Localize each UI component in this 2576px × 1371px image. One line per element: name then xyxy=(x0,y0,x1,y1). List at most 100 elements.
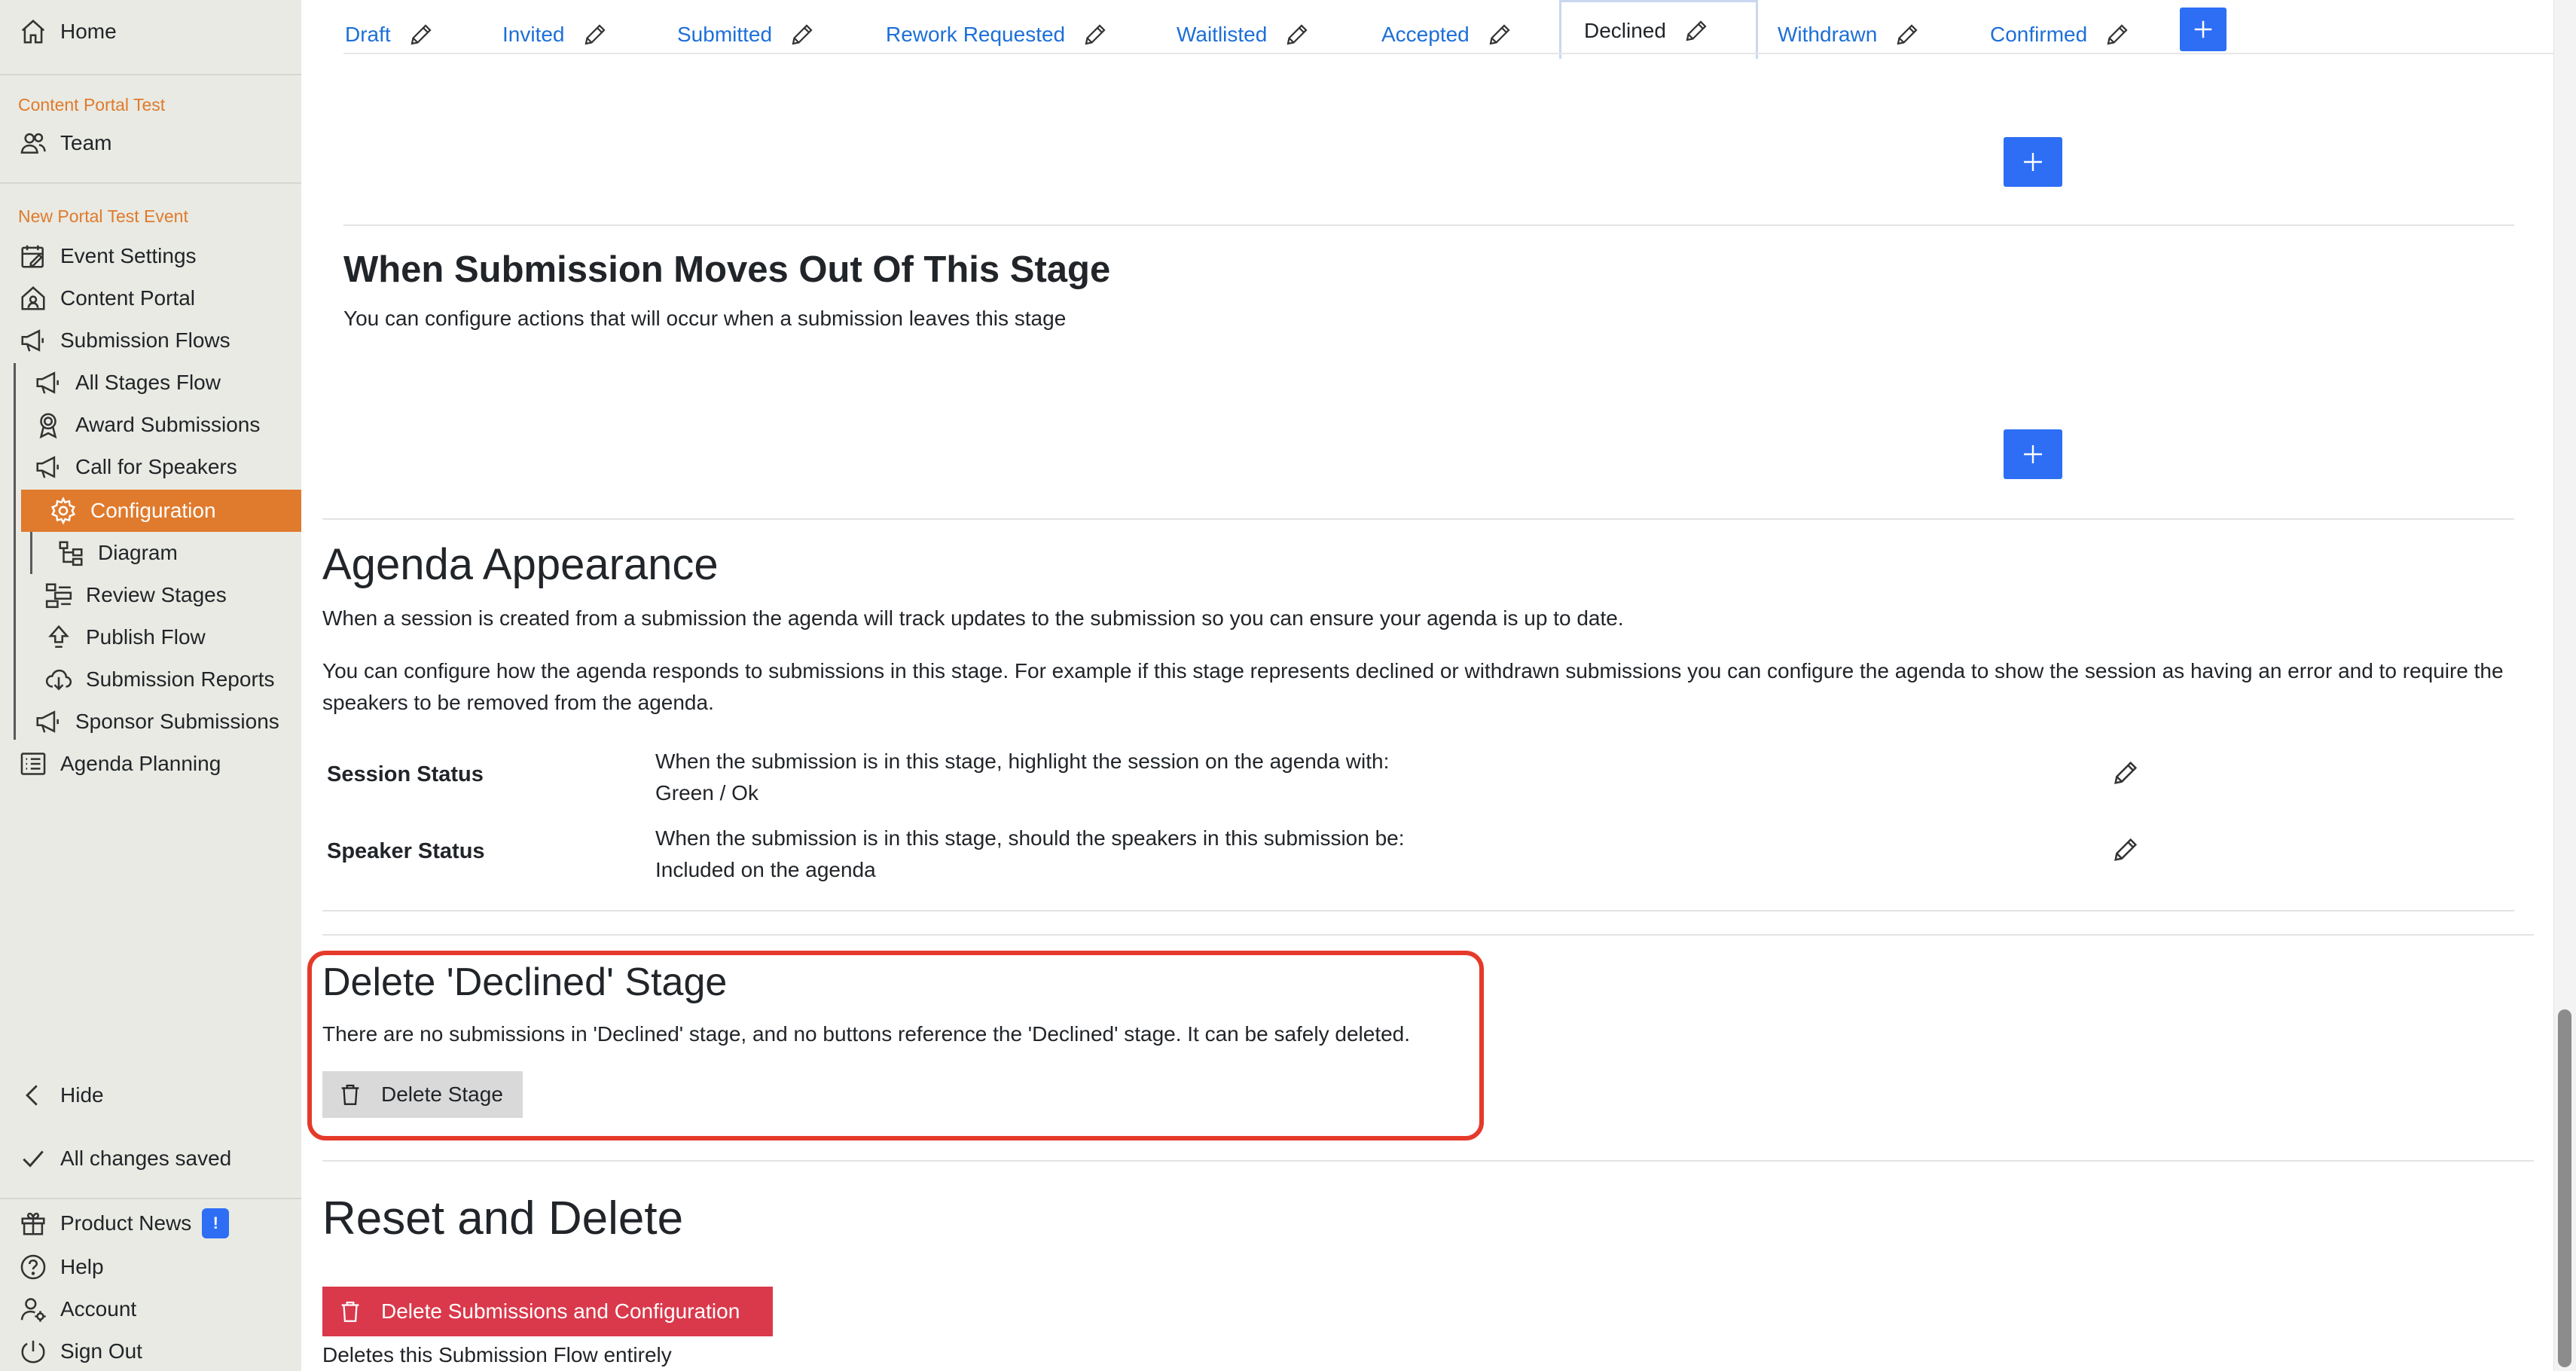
section-divider xyxy=(343,224,2514,226)
sidebar-item-event-settings[interactable]: Event Settings xyxy=(17,241,197,271)
tab-label: Declined xyxy=(1584,18,1666,42)
sidebar-item-submission-flows[interactable]: Submission Flows xyxy=(17,325,230,356)
sidebar-item-label: Account xyxy=(60,1297,137,1321)
agenda-description-2: You can configure how the agenda respond… xyxy=(322,659,2504,714)
scrollbar-track[interactable] xyxy=(2553,0,2576,1371)
section-divider xyxy=(322,1160,2534,1162)
pencil-icon[interactable] xyxy=(1894,21,1921,48)
sidebar-divider xyxy=(0,1198,301,1199)
calendar-edit-icon xyxy=(17,241,50,271)
portal-home-icon xyxy=(17,283,50,313)
sidebar-item-label: Home xyxy=(60,20,117,43)
sidebar-item-label: Sign Out xyxy=(60,1339,142,1363)
sidebar-item-publish-flow[interactable]: Publish Flow xyxy=(42,622,206,652)
sidebar-item-diagram[interactable]: Diagram xyxy=(54,538,178,568)
sidebar-item-home[interactable]: Home xyxy=(17,17,117,47)
check-icon xyxy=(17,1144,50,1174)
edit-session-status-pencil-icon[interactable] xyxy=(2111,758,2141,788)
session-status-label: Session Status xyxy=(327,762,484,786)
sidebar-tree-line xyxy=(14,363,16,740)
plus-icon xyxy=(2024,153,2042,171)
sidebar-item-content-portal[interactable]: Content Portal xyxy=(17,283,195,313)
sidebar-item-label: Award Submissions xyxy=(75,413,261,436)
sidebar-item-product-news[interactable]: Product News ! xyxy=(17,1208,230,1238)
tab-label: Submitted xyxy=(677,23,773,46)
pencil-icon[interactable] xyxy=(581,21,609,48)
sidebar: Home Content Portal Test Team New Portal… xyxy=(0,0,301,1371)
pencil-icon[interactable] xyxy=(2104,21,2131,48)
scrollbar-thumb[interactable] xyxy=(2558,1009,2571,1367)
add-stage-button[interactable] xyxy=(2180,8,2227,51)
publish-icon xyxy=(42,622,75,652)
pencil-icon[interactable] xyxy=(1082,21,1109,48)
add-action-button[interactable] xyxy=(2004,137,2062,187)
delete-submissions-button-label: Delete Submissions and Configuration xyxy=(381,1299,740,1323)
megaphone-icon xyxy=(32,368,65,398)
sidebar-item-account[interactable]: Account xyxy=(17,1294,136,1324)
users-icon xyxy=(17,128,50,158)
save-status: All changes saved xyxy=(17,1144,231,1174)
sidebar-item-label: Sponsor Submissions xyxy=(75,710,279,733)
pencil-icon[interactable] xyxy=(407,21,435,48)
tab-label: Draft xyxy=(345,23,391,46)
sidebar-item-label: Help xyxy=(60,1255,104,1278)
sidebar-item-configuration[interactable]: Configuration xyxy=(47,496,216,526)
sidebar-item-label: Content Portal xyxy=(60,286,195,310)
sidebar-item-submission-reports[interactable]: Submission Reports xyxy=(42,664,275,695)
pencil-icon[interactable] xyxy=(1283,21,1311,48)
sidebar-item-label: Review Stages xyxy=(86,583,227,606)
user-settings-icon xyxy=(17,1294,50,1324)
tabs-divider xyxy=(343,53,2553,54)
pencil-icon[interactable] xyxy=(1683,17,1710,44)
section-divider xyxy=(322,934,2534,936)
agenda-description-1: When a session is created from a submiss… xyxy=(322,606,1624,630)
sidebar-item-label: Submission Reports xyxy=(86,667,275,691)
help-icon xyxy=(17,1252,50,1282)
reset-delete-note: Deletes this Submission Flow entirely xyxy=(322,1343,672,1366)
sidebar-section-event: New Portal Test Event xyxy=(18,206,188,226)
gear-icon xyxy=(47,496,80,526)
pencil-icon[interactable] xyxy=(789,21,816,48)
sidebar-item-help[interactable]: Help xyxy=(17,1252,104,1282)
edit-speaker-status-pencil-icon[interactable] xyxy=(2111,835,2141,865)
stages-icon xyxy=(42,580,75,610)
sidebar-item-label: Submission Flows xyxy=(60,328,230,352)
sidebar-item-label: Publish Flow xyxy=(86,625,206,649)
sidebar-item-review-stages[interactable]: Review Stages xyxy=(42,580,227,610)
delete-submissions-and-configuration-button[interactable]: Delete Submissions and Configuration xyxy=(322,1287,773,1336)
sidebar-item-agenda-planning[interactable]: Agenda Planning xyxy=(17,749,221,779)
agenda-appearance-heading: Agenda Appearance xyxy=(322,540,719,589)
add-move-out-action-button[interactable] xyxy=(2004,429,2062,479)
highlight-annotation-box xyxy=(307,951,1484,1140)
sidebar-item-sign-out[interactable]: Sign Out xyxy=(17,1336,142,1366)
sidebar-section-content-portal: Content Portal Test xyxy=(18,95,166,115)
session-status-value: Green / Ok xyxy=(655,781,758,805)
sidebar-item-label: Diagram xyxy=(98,541,178,564)
sidebar-item-label: Configuration xyxy=(90,499,216,522)
sidebar-divider xyxy=(0,182,301,184)
plus-icon xyxy=(2024,445,2042,463)
sidebar-item-label: Product News xyxy=(60,1211,192,1235)
reset-delete-heading: Reset and Delete xyxy=(322,1192,684,1244)
tab-declined[interactable]: Declined xyxy=(1559,0,1758,59)
sidebar-item-label: Team xyxy=(60,131,112,154)
speaker-status-question: When the submission is in this stage, sh… xyxy=(655,826,1405,850)
sidebar-item-team[interactable]: Team xyxy=(17,128,111,158)
section-divider xyxy=(322,518,2514,520)
hide-sidebar-button[interactable]: Hide xyxy=(17,1080,104,1110)
trash-icon xyxy=(341,1301,359,1322)
plus-icon xyxy=(2194,20,2212,38)
save-status-label: All changes saved xyxy=(60,1147,232,1170)
sidebar-item-award-submissions[interactable]: Award Submissions xyxy=(32,410,260,440)
move-out-heading: When Submission Moves Out Of This Stage xyxy=(343,249,1111,290)
sidebar-item-call-for-speakers[interactable]: Call for Speakers xyxy=(32,452,237,482)
megaphone-icon xyxy=(17,325,50,356)
sidebar-item-sponsor-submissions[interactable]: Sponsor Submissions xyxy=(32,707,279,737)
power-icon xyxy=(17,1336,50,1366)
gift-icon xyxy=(17,1208,50,1238)
pencil-icon[interactable] xyxy=(1486,21,1513,48)
sidebar-item-all-stages-flow[interactable]: All Stages Flow xyxy=(32,368,221,398)
home-icon xyxy=(17,17,50,47)
sidebar-item-label: Hide xyxy=(60,1083,104,1107)
notification-badge: ! xyxy=(202,1208,230,1238)
